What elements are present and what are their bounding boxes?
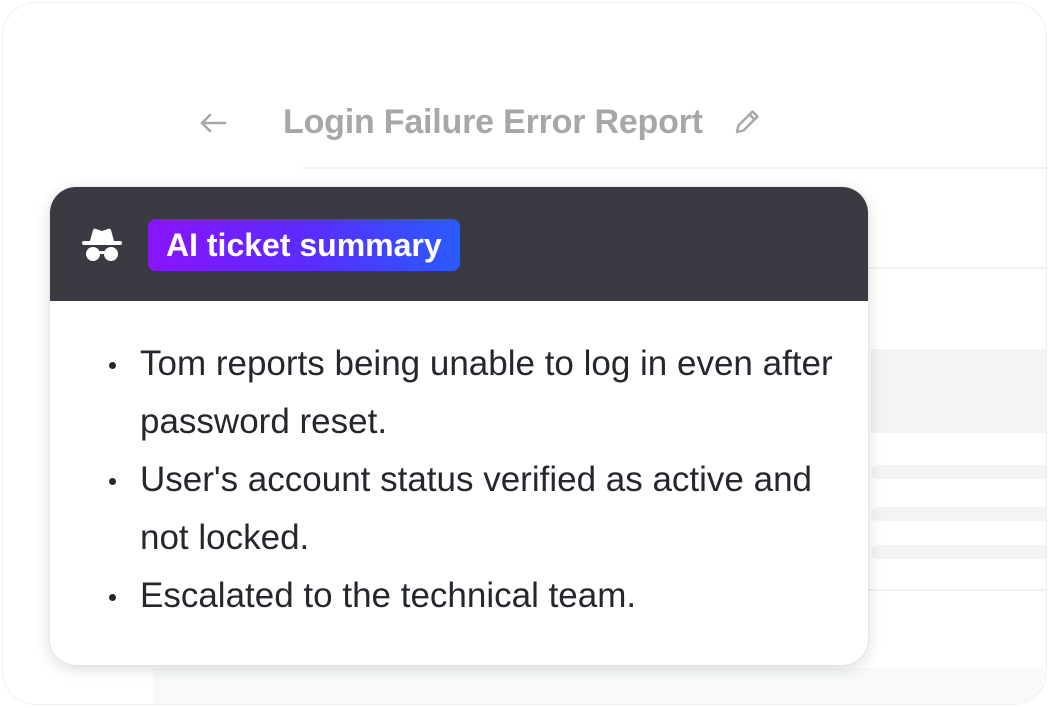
summary-card-header: AI ticket summary xyxy=(50,187,868,301)
ticket-title: Login Failure Error Report xyxy=(283,103,703,141)
pencil-icon xyxy=(735,110,759,134)
placeholder-line xyxy=(871,465,1046,479)
spy-icon xyxy=(82,228,122,261)
header-divider xyxy=(303,167,1046,169)
summary-item: Tom reports being unable to log in even … xyxy=(109,335,840,451)
placeholder-block xyxy=(871,349,1046,433)
placeholder-line xyxy=(871,545,1046,559)
back-button[interactable] xyxy=(195,105,231,141)
ai-summary-card: AI ticket summary Tom reports being unab… xyxy=(50,187,868,665)
summary-item: Escalated to the technical team. xyxy=(109,567,840,625)
ticket-header: Login Failure Error Report xyxy=(3,93,1046,153)
arrow-left-icon xyxy=(200,113,227,133)
summary-item: User's account status verified as active… xyxy=(109,451,840,567)
edit-title-button[interactable] xyxy=(731,106,763,138)
placeholder-line xyxy=(871,507,1046,521)
placeholder-footer xyxy=(153,668,1046,704)
summary-list: Tom reports being unable to log in even … xyxy=(102,335,840,625)
ai-summary-badge: AI ticket summary xyxy=(148,219,460,271)
